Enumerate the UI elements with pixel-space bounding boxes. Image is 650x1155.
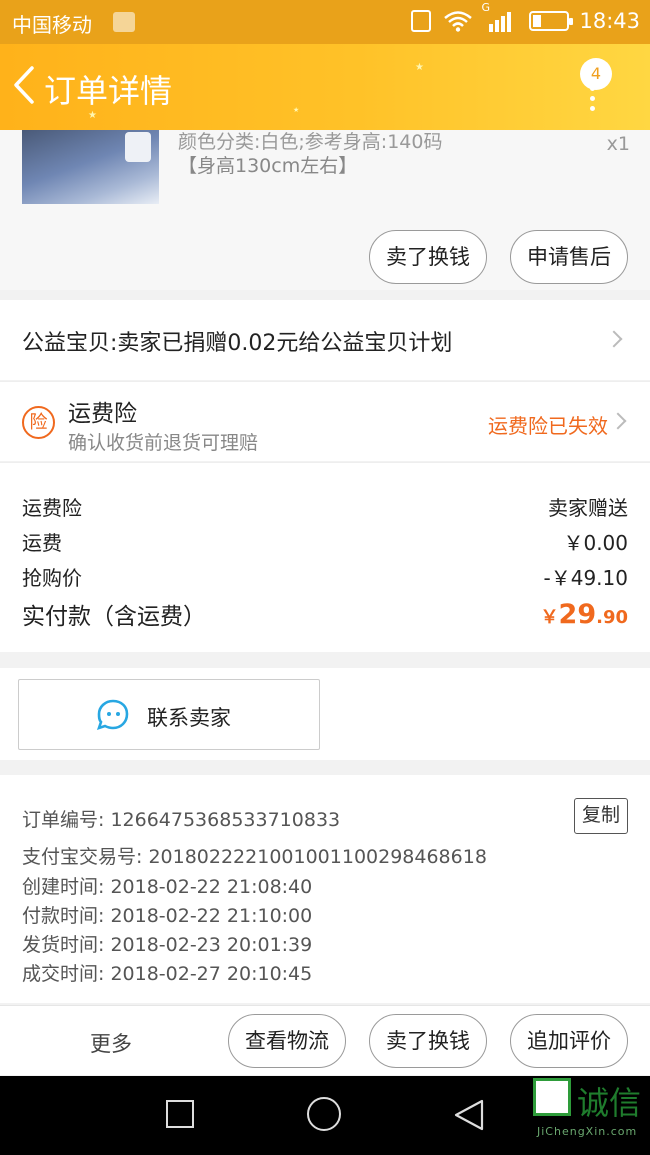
shipping-insurance-row[interactable]: 险 运费险 确认收货前退货可理赔 运费险已失效	[0, 381, 650, 461]
total-amount: ￥29.90	[541, 599, 628, 630]
total-row: 实付款（含运费） ￥29.90	[22, 597, 628, 631]
battery-icon	[529, 11, 574, 31]
more-actions-button[interactable]: 更多	[90, 1028, 132, 1058]
total-currency: ￥	[540, 607, 559, 628]
after-sales-button[interactable]: 申请售后	[510, 230, 628, 284]
order-info: 订单编号: 1266475368533710833 复制 支付宝交易号: 201…	[0, 775, 650, 1003]
insurance-subtitle: 确认收货前退货可理赔	[68, 432, 259, 454]
cost-row: 运费险 卖家赠送	[22, 492, 628, 521]
chevron-right-icon	[609, 412, 627, 430]
clock: 18:43	[579, 9, 640, 33]
sparkle-decoration: ★	[293, 106, 300, 114]
network-type-label: G	[481, 1, 490, 14]
battery-level	[533, 15, 542, 27]
carrier-label: 中国移动	[12, 13, 92, 37]
product-item[interactable]: 颜色分类:白色;参考身高:140码 【身高130cm左右】 x1 卖了换钱 申请…	[0, 130, 650, 290]
chat-bubble-icon	[96, 699, 129, 731]
cost-row: 抢购价 -￥49.10	[22, 562, 628, 591]
wifi-icon	[444, 11, 473, 32]
cost-value: -￥49.10	[543, 566, 628, 590]
cost-value: 卖家赠送	[548, 496, 628, 520]
contact-seller-button[interactable]: 联系卖家	[18, 679, 320, 750]
vibrate-icon	[411, 10, 432, 32]
cost-label: 运费险	[22, 496, 82, 520]
cost-value: ￥0.00	[563, 531, 628, 555]
cost-label: 抢购价	[22, 566, 82, 590]
total-main: 29	[558, 599, 597, 630]
created-time: 创建时间: 2018-02-22 21:08:40	[22, 876, 313, 898]
insurance-status: 运费险已失效	[488, 414, 608, 438]
cost-label: 运费	[22, 531, 62, 555]
charity-row[interactable]: 公益宝贝:卖家已捐赠0.02元给公益宝贝计划	[0, 300, 650, 380]
shipped-time: 发货时间: 2018-02-23 20:01:39	[22, 934, 313, 956]
watermark-text: 诚信	[577, 1084, 642, 1122]
status-icons: G 18:43	[411, 1, 640, 33]
chevron-right-icon	[605, 330, 623, 348]
watermark-logo	[533, 1078, 571, 1116]
total-decimal: .90	[596, 607, 628, 628]
back-button[interactable]	[6, 62, 42, 108]
contact-seller-label: 联系卖家	[147, 706, 231, 730]
product-spec: 颜色分类:白色;参考身高:140码	[178, 131, 443, 153]
watermark-subtext: JiChengXin.com	[537, 1125, 638, 1138]
alipay-trade-number: 支付宝交易号: 2018022221001001100298468618	[22, 846, 487, 868]
total-label: 实付款（含运费）	[22, 604, 206, 630]
cell-signal-icon: G	[481, 1, 512, 32]
sparkle-decoration: ★	[415, 62, 424, 73]
bottom-action-bar: 更多 查看物流 卖了换钱 追加评价	[0, 1005, 650, 1075]
sell-for-cash-button[interactable]: 卖了换钱	[369, 230, 487, 284]
order-detail-screen: 中国移动 G 18:43 ★ ★ ★ 订单详情 4 颜色分类:白色;参考身高:1…	[0, 0, 650, 1155]
completed-time: 成交时间: 2018-02-27 20:10:45	[22, 963, 313, 985]
copy-button[interactable]: 复制	[574, 798, 628, 834]
insurance-title: 运费险	[68, 401, 137, 427]
status-bar: 中国移动 G 18:43	[0, 0, 650, 44]
chevron-left-icon	[14, 66, 34, 104]
paid-time: 付款时间: 2018-02-22 21:10:00	[22, 905, 313, 927]
order-number: 订单编号: 1266475368533710833	[22, 809, 341, 831]
recent-apps-icon[interactable]	[166, 1100, 194, 1128]
cost-summary: 运费险 卖家赠送 运费 ￥0.00 抢购价 -￥49.10 实付款（含运费） ￥…	[0, 462, 650, 652]
view-logistics-button[interactable]: 查看物流	[228, 1014, 346, 1068]
more-menu-button[interactable]: 4	[580, 58, 624, 118]
product-thumbnail[interactable]	[22, 130, 159, 204]
charity-text: 公益宝贝:卖家已捐赠0.02元给公益宝贝计划	[22, 331, 453, 356]
more-vertical-icon	[590, 86, 595, 111]
cost-row: 运费 ￥0.00	[22, 527, 628, 556]
back-triangle-icon[interactable]	[452, 1098, 486, 1132]
insurance-icon: 险	[22, 406, 55, 439]
system-navigation-bar: 诚信 JiChengXin.com	[0, 1076, 650, 1155]
watermark: 诚信 JiChengXin.com	[533, 1078, 650, 1153]
message-count-badge: 4	[580, 58, 612, 90]
add-review-button[interactable]: 追加评价	[510, 1014, 628, 1068]
product-height-note: 【身高130cm左右】	[178, 155, 358, 177]
navbar: ★ ★ ★ 订单详情 4	[0, 44, 650, 130]
sell-for-cash-button[interactable]: 卖了换钱	[369, 1014, 487, 1068]
page-title: 订单详情	[44, 72, 173, 110]
home-icon[interactable]	[307, 1097, 341, 1131]
sim-card-icon	[113, 12, 135, 32]
product-quantity: x1	[606, 133, 630, 155]
contact-section: 联系卖家	[0, 668, 650, 760]
